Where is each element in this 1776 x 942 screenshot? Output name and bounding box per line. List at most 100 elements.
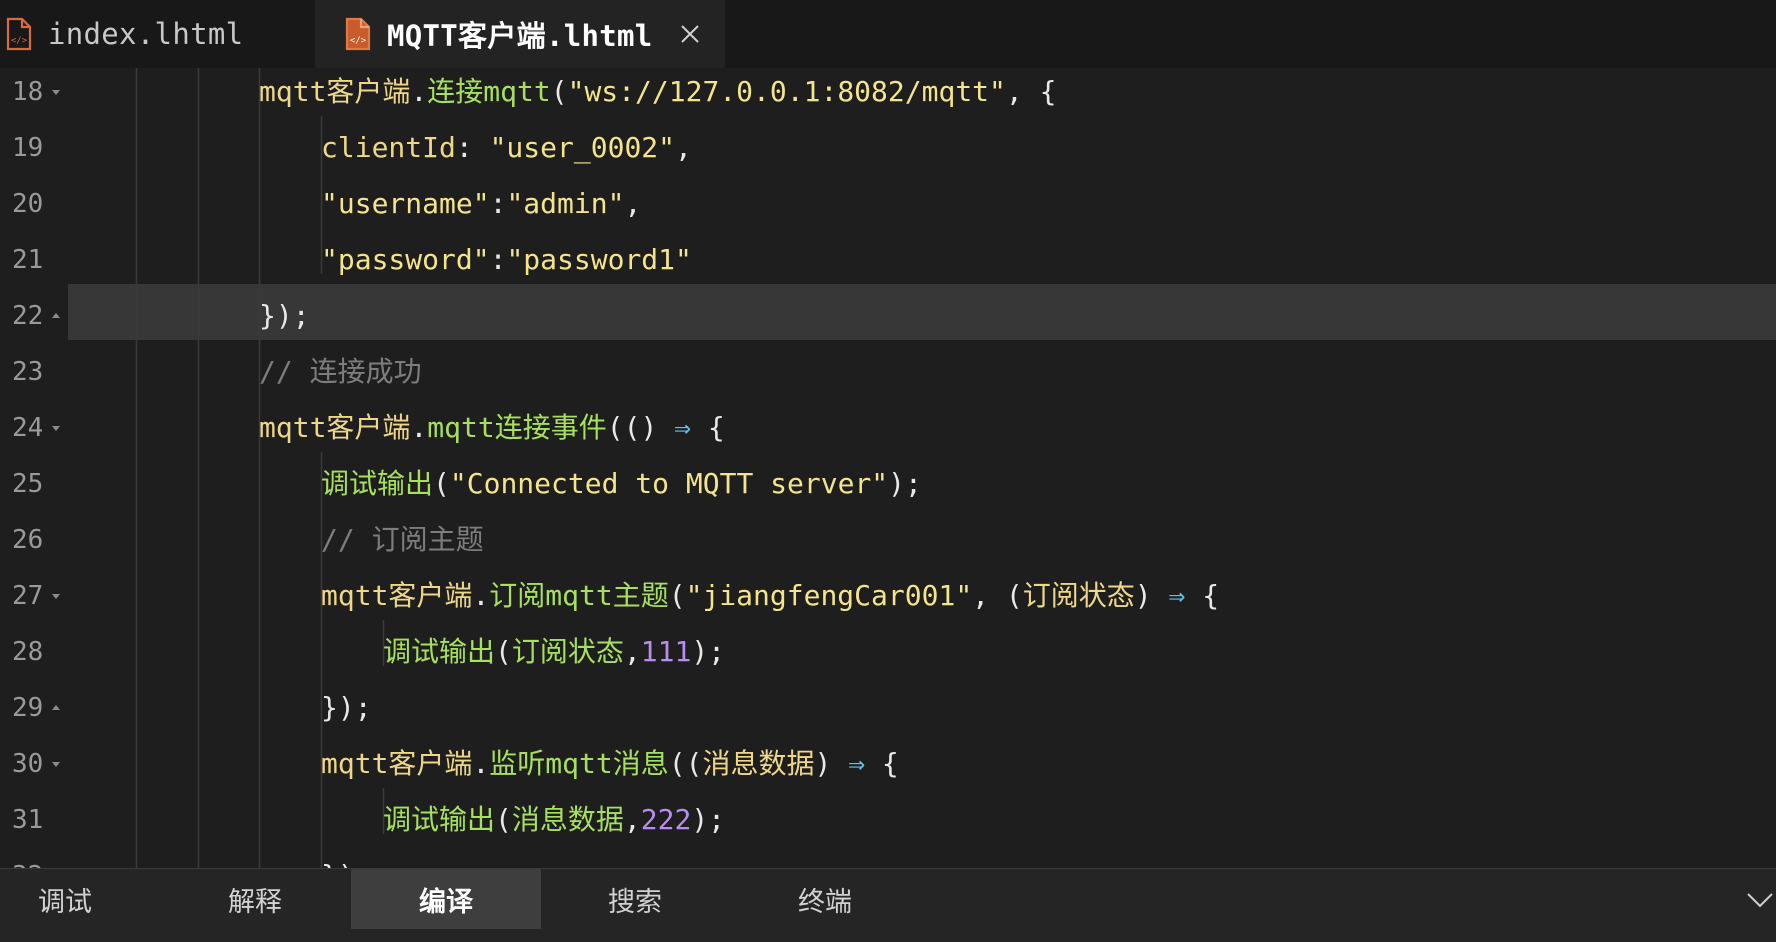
panel-tab-debug[interactable]: 调试 <box>0 869 130 929</box>
panel-tab-terminal[interactable]: 终端 <box>760 869 890 929</box>
code-token: mqtt客户端 <box>321 579 473 612</box>
line-number: 31 <box>12 805 44 835</box>
code-line[interactable]: 21 "password":"password1" <box>0 232 1776 288</box>
code-token: . <box>410 411 428 444</box>
code-token: { <box>691 411 725 444</box>
panel-tab-compile[interactable]: 编译 <box>351 869 541 929</box>
line-number: 28 <box>12 637 44 667</box>
code-token: ⇒ <box>674 411 692 444</box>
code-token: mqtt客户端 <box>259 411 411 444</box>
code-line[interactable]: 24 mqtt客户端.mqtt连接事件(() ⇒ { <box>0 400 1776 456</box>
line-number: 18 <box>12 77 44 107</box>
code-token: ⇒ <box>1168 579 1186 612</box>
line-number: 20 <box>12 189 44 219</box>
code-token: : <box>489 187 507 220</box>
fold-collapse-icon[interactable] <box>50 310 62 322</box>
panel-tab-search[interactable]: 搜索 <box>570 869 700 929</box>
fold-expanded-icon[interactable] <box>50 422 62 434</box>
tab-mqtt-client-lhtml[interactable]: </> MQTT客户端.lhtml <box>315 0 725 68</box>
code-token: 调试输出 <box>383 635 496 668</box>
code-text: }); <box>321 848 372 868</box>
code-token: , { <box>1005 75 1057 108</box>
fold-expanded-icon[interactable] <box>50 758 62 770</box>
line-gutter: 21 <box>0 232 68 288</box>
line-gutter: 23 <box>0 344 68 400</box>
line-number: 19 <box>12 133 44 163</box>
code-token: ) <box>814 747 849 780</box>
html-file-icon: </> <box>6 17 32 51</box>
code-line[interactable]: 26 // 订阅主题 <box>0 512 1776 568</box>
code-line[interactable]: 30 mqtt客户端.监听mqtt消息((消息数据) ⇒ { <box>0 736 1776 792</box>
line-gutter: 26 <box>0 512 68 568</box>
chevron-down-icon[interactable] <box>1746 891 1774 909</box>
code-line[interactable]: 20 "username":"admin", <box>0 176 1776 232</box>
line-gutter: 31 <box>0 792 68 848</box>
code-line[interactable]: 18 mqtt客户端.连接mqtt("ws://127.0.0.1:8082/mq… <box>0 68 1776 120</box>
code-token: ( <box>668 579 686 612</box>
code-token: { <box>865 747 899 780</box>
editor-tab-bar: </> index.lhtml </> MQTT客户端.lhtml <box>0 0 1776 68</box>
code-token: clientId <box>321 131 456 164</box>
code-token: "password" <box>321 243 490 276</box>
code-token: , <box>624 187 642 220</box>
code-editor[interactable]: 18 mqtt客户端.连接mqtt("ws://127.0.0.1:8082/mq… <box>0 68 1776 868</box>
line-gutter: 19 <box>0 120 68 176</box>
code-token: 订阅状态 <box>1022 579 1135 612</box>
fold-expanded-icon[interactable] <box>50 590 62 602</box>
line-number: 32 <box>12 848 43 868</box>
code-token: }); <box>321 691 372 724</box>
code-token: // 订阅主题 <box>321 523 484 556</box>
line-gutter: 25 <box>0 456 68 512</box>
code-line[interactable]: 22}); <box>0 288 1776 344</box>
code-text: mqtt客户端.mqtt连接事件(() ⇒ { <box>259 400 725 456</box>
svg-text:</>: </> <box>350 36 367 46</box>
panel-tab-interpret[interactable]: 解释 <box>190 869 320 929</box>
code-token: , <box>623 803 641 836</box>
code-token: }); <box>259 299 310 332</box>
fold-expanded-icon[interactable] <box>50 86 62 98</box>
code-token: . <box>472 747 490 780</box>
code-text: 调试输出(订阅状态,111); <box>383 624 725 680</box>
code-token: 调试输出 <box>321 467 434 500</box>
code-token: mqtt连接事件 <box>427 411 607 444</box>
line-gutter: 32 <box>0 848 68 868</box>
svg-text:</>: </> <box>11 36 28 46</box>
line-gutter: 28 <box>0 624 68 680</box>
code-token: }); <box>321 859 372 868</box>
code-token: ); <box>691 635 726 668</box>
code-token: , ( <box>972 579 1023 612</box>
code-token: { <box>1185 579 1220 612</box>
code-token: mqtt客户端 <box>321 747 473 780</box>
code-line[interactable]: 32}); <box>0 848 1776 868</box>
code-line[interactable]: 27 mqtt客户端.订阅mqtt主题("jiangfengCar001", (订… <box>0 568 1776 624</box>
code-text: // 订阅主题 <box>321 512 484 568</box>
code-text: }); <box>259 288 310 344</box>
fold-collapse-icon[interactable] <box>50 702 62 714</box>
code-line[interactable]: 29}); <box>0 680 1776 736</box>
code-line[interactable]: 23 // 连接成功 <box>0 344 1776 400</box>
code-line[interactable]: 28 调试输出(订阅状态,111); <box>0 624 1776 680</box>
close-icon[interactable] <box>679 23 701 45</box>
code-line[interactable]: 25 调试输出("Connected to MQTT server"); <box>0 456 1776 512</box>
code-line[interactable]: 31 调试输出(消息数据,222); <box>0 792 1776 848</box>
line-number: 30 <box>12 749 44 779</box>
line-gutter: 24 <box>0 400 68 456</box>
code-token: . <box>410 75 428 108</box>
code-token: 订阅mqtt主题 <box>489 579 669 612</box>
code-token: 消息数据 <box>511 803 624 836</box>
code-token: // 连接成功 <box>259 355 422 388</box>
code-token: "user_0002" <box>489 131 676 164</box>
tab-index-lhtml[interactable]: </> index.lhtml <box>0 0 315 68</box>
code-text: 调试输出("Connected to MQTT server"); <box>321 456 922 512</box>
code-token: 消息数据 <box>702 747 815 780</box>
code-token: "jiangfengCar001" <box>685 579 973 612</box>
code-token: 订阅状态 <box>511 635 624 668</box>
code-text: "username":"admin", <box>321 176 641 232</box>
code-text: clientId: "user_0002", <box>321 120 692 176</box>
line-number: 24 <box>12 413 44 443</box>
code-token: "admin" <box>506 187 625 220</box>
line-number: 23 <box>12 357 44 387</box>
code-line[interactable]: 19 clientId: "user_0002", <box>0 120 1776 176</box>
code-token: 监听mqtt消息 <box>489 747 669 780</box>
code-token: "password1" <box>506 243 692 276</box>
